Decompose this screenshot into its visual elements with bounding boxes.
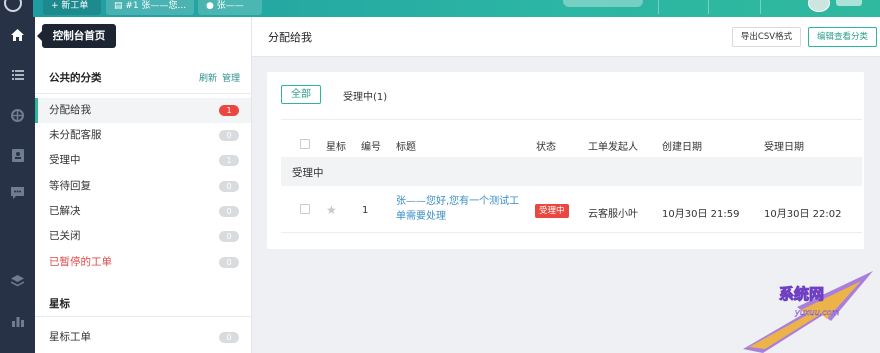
- divider: [281, 119, 862, 120]
- edit-view-button[interactable]: 编辑查看分类: [808, 27, 877, 47]
- category-item-closed[interactable]: 已关闭 0: [35, 224, 251, 249]
- category-panel: 公共的分类 刷新 管理 分配给我 1 未分配客服 0 受理中 1 等待回复 0 已…: [35, 17, 252, 353]
- page-title: 分配给我: [268, 31, 312, 44]
- category-item-processing[interactable]: 受理中 1: [35, 148, 251, 173]
- category-item-paused[interactable]: 已暂停的工单 0: [35, 250, 251, 275]
- chat-icon[interactable]: [0, 181, 35, 205]
- count-badge: 1: [219, 105, 239, 116]
- column-header-title[interactable]: 标题: [396, 138, 416, 153]
- category-item-starred[interactable]: 星标工单 0: [35, 325, 251, 350]
- category-item-label: 等待回复: [49, 180, 91, 192]
- stats-icon[interactable]: [0, 309, 35, 333]
- home-icon[interactable]: [0, 23, 35, 47]
- count-badge: 0: [219, 231, 239, 242]
- globe-icon[interactable]: [0, 103, 35, 127]
- row-checkbox[interactable]: [300, 204, 310, 214]
- logo[interactable]: [0, 0, 33, 17]
- category-item-resolved[interactable]: 已解决 0: [35, 199, 251, 224]
- category-item-label: 已暂停的工单: [49, 256, 112, 268]
- group-header: 受理中: [281, 157, 862, 186]
- category-item-label: 已关闭: [49, 230, 81, 242]
- ticket-tab-label: #1 张——您...: [125, 1, 187, 11]
- user-icon: ●: [206, 1, 217, 11]
- category-title: 公共的分类: [49, 72, 102, 84]
- ticket-accepted: 10月30日 22:02: [764, 209, 842, 220]
- divider: [658, 0, 659, 14]
- category-item-awaiting-reply[interactable]: 等待回复 0: [35, 174, 251, 199]
- layers-icon[interactable]: [0, 269, 35, 293]
- star-icon[interactable]: ★: [326, 203, 337, 217]
- top-bar: + 新工单 ▤ #1 张——您... ● 张——: [0, 0, 880, 17]
- ticket-created: 10月30日 21:59: [662, 209, 740, 220]
- contacts-icon[interactable]: [0, 143, 35, 167]
- watermark-url: yuxuu.com: [794, 308, 840, 317]
- count-badge: 0: [219, 257, 239, 268]
- filter-all-button[interactable]: 全部: [281, 85, 321, 104]
- category-actions: 刷新 管理: [199, 71, 245, 84]
- new-ticket-tab[interactable]: + 新工单: [43, 0, 101, 15]
- category-item-label: 分配给我: [49, 104, 91, 116]
- divider: [708, 0, 709, 14]
- count-badge: 0: [219, 181, 239, 192]
- user-tab-label: 张——: [216, 1, 244, 11]
- divider: [35, 93, 252, 94]
- select-all-checkbox[interactable]: [300, 139, 310, 149]
- divider: [281, 232, 862, 233]
- manage-link[interactable]: 管理: [222, 74, 240, 84]
- group-label: 受理中: [292, 167, 324, 179]
- user-menu[interactable]: [836, 0, 862, 6]
- column-header-id[interactable]: 编号: [361, 138, 381, 153]
- ticket-list-card: 全部 受理中(1) 星标 编号 标题 状态 工单发起人 创建日期 受理日期 受理…: [267, 72, 864, 249]
- refresh-link[interactable]: 刷新: [199, 74, 217, 84]
- count-badge: 0: [219, 130, 239, 141]
- filter-processing-button[interactable]: 受理中(1): [343, 88, 387, 103]
- category-item-label: 已解决: [49, 205, 81, 217]
- avatar[interactable]: [808, 0, 830, 12]
- watermark-text: 系统网: [779, 285, 824, 303]
- nav-rail: [0, 17, 35, 353]
- export-csv-button[interactable]: 导出CSV格式: [732, 27, 801, 47]
- column-header-created[interactable]: 创建日期: [662, 138, 702, 153]
- top-search[interactable]: [563, 0, 643, 7]
- divider: [760, 0, 761, 14]
- column-header-star[interactable]: 星标: [326, 138, 346, 153]
- page-header: 分配给我 导出CSV格式 编辑查看分类: [252, 17, 880, 57]
- status-badge: 受理中: [535, 204, 569, 218]
- ticket-requester: 云客服小叶: [588, 209, 638, 220]
- divider: [35, 316, 252, 317]
- ticket-id: 1: [362, 205, 369, 216]
- column-header-status[interactable]: 状态: [536, 138, 556, 153]
- document-icon: ▤: [114, 1, 126, 11]
- star-section-title: 星标: [49, 298, 70, 310]
- list-icon[interactable]: [0, 63, 35, 87]
- count-badge: 0: [219, 206, 239, 217]
- user-tab[interactable]: ● 张——: [198, 0, 262, 15]
- watermark-logo: 系统网 yuxuu.com: [735, 263, 880, 353]
- count-badge: 1: [219, 155, 239, 166]
- category-item-unassigned[interactable]: 未分配客服 0: [35, 123, 251, 148]
- column-header-requester[interactable]: 工单发起人: [588, 138, 638, 153]
- category-item-assigned-to-me[interactable]: 分配给我 1: [35, 98, 251, 123]
- category-item-label: 受理中: [49, 154, 81, 166]
- column-header-accepted[interactable]: 受理日期: [764, 138, 804, 153]
- ticket-title-link[interactable]: 张——您好,您有一个测试工单需要处理: [396, 194, 526, 224]
- count-badge: 0: [219, 332, 239, 343]
- home-tooltip: 控制台首页: [37, 24, 116, 48]
- category-item-label: 星标工单: [49, 331, 91, 343]
- ticket-tab[interactable]: ▤ #1 张——您...: [106, 0, 194, 15]
- category-item-label: 未分配客服: [49, 129, 102, 141]
